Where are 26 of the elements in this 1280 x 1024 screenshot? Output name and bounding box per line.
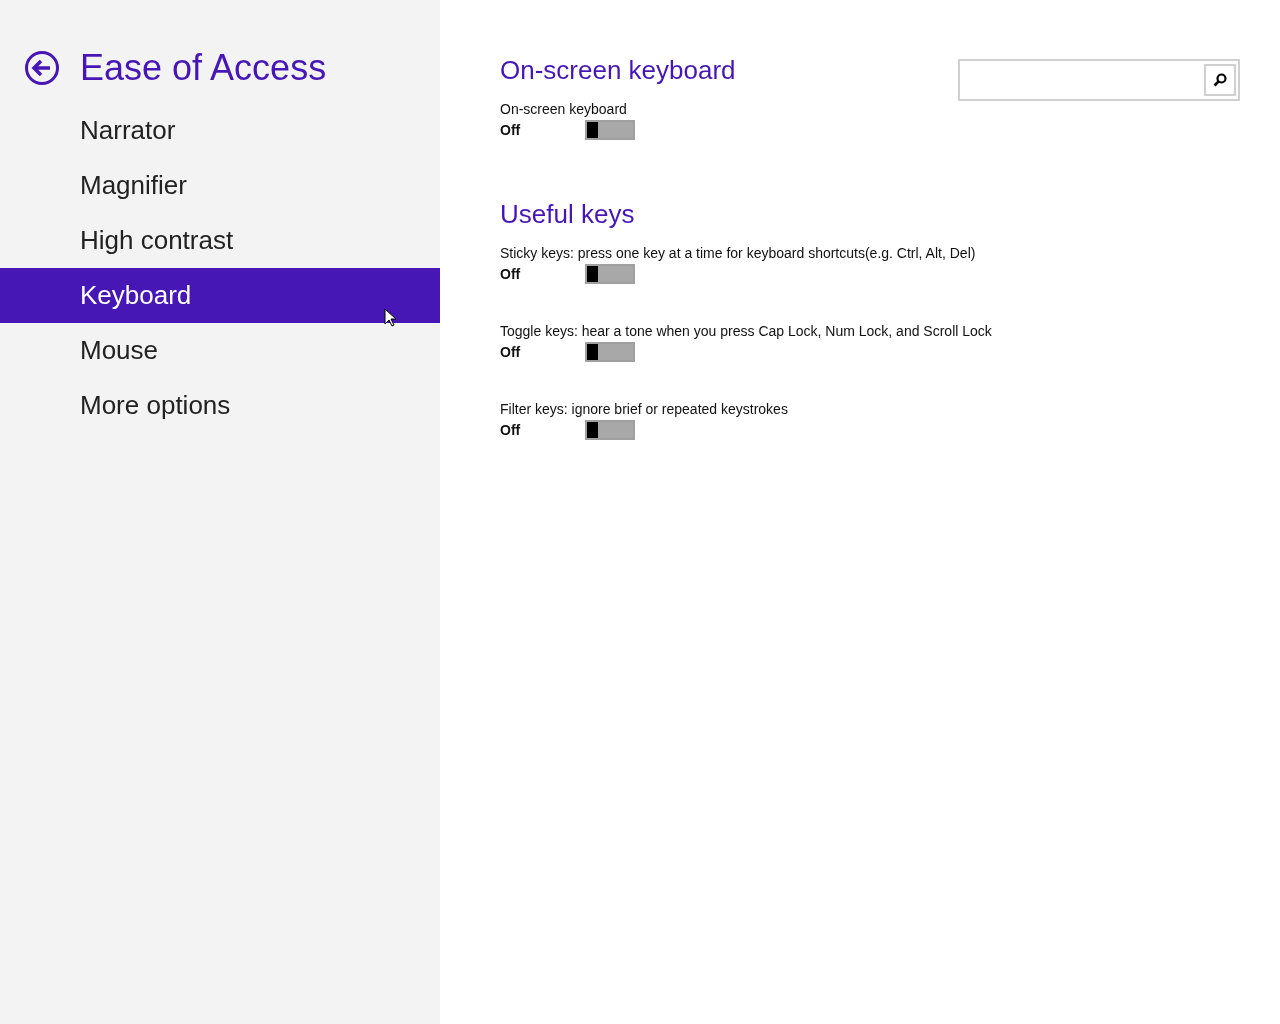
toggle-state-text: Off: [500, 342, 522, 362]
toggle-state-text: Off: [500, 120, 522, 140]
toggle-state-text: Off: [500, 264, 522, 284]
section-heading: Useful keys: [500, 199, 635, 229]
setting-label: Filter keys: ignore brief or repeated keystrokes: [500, 400, 789, 419]
nav-item[interactable]: More options: [0, 378, 440, 433]
nav-item[interactable]: High contrast: [0, 213, 440, 268]
search-field[interactable]: [958, 59, 1240, 101]
setting-label: Sticky keys: press one key at a time for keyboard shortcuts(e.g. Ctrl, Alt, Del): [500, 244, 977, 263]
toggle-switch[interactable]: [585, 120, 635, 140]
mouse-cursor-icon: [384, 308, 396, 327]
toggle-switch[interactable]: [585, 264, 635, 284]
toggle-switch[interactable]: [585, 342, 635, 362]
section-heading: On-screen keyboard: [500, 55, 736, 85]
setting-label: Toggle keys: hear a tone when you press Cap Lock, Num Lock, and Scroll Lock: [500, 322, 993, 341]
nav-item[interactable]: Keyboard: [0, 268, 440, 323]
toggle-state-text: Off: [500, 420, 522, 440]
back-button[interactable]: [24, 50, 60, 86]
toggle-switch[interactable]: [585, 420, 635, 440]
nav-item[interactable]: Mouse: [0, 323, 440, 378]
search-icon: [1213, 73, 1227, 87]
search-button[interactable]: [1204, 64, 1236, 96]
page-title: Ease of Access: [80, 50, 327, 86]
nav-item[interactable]: Narrator: [0, 103, 440, 158]
setting-label: On-screen keyboard: [500, 100, 628, 119]
nav-item[interactable]: Magnifier: [0, 158, 440, 213]
